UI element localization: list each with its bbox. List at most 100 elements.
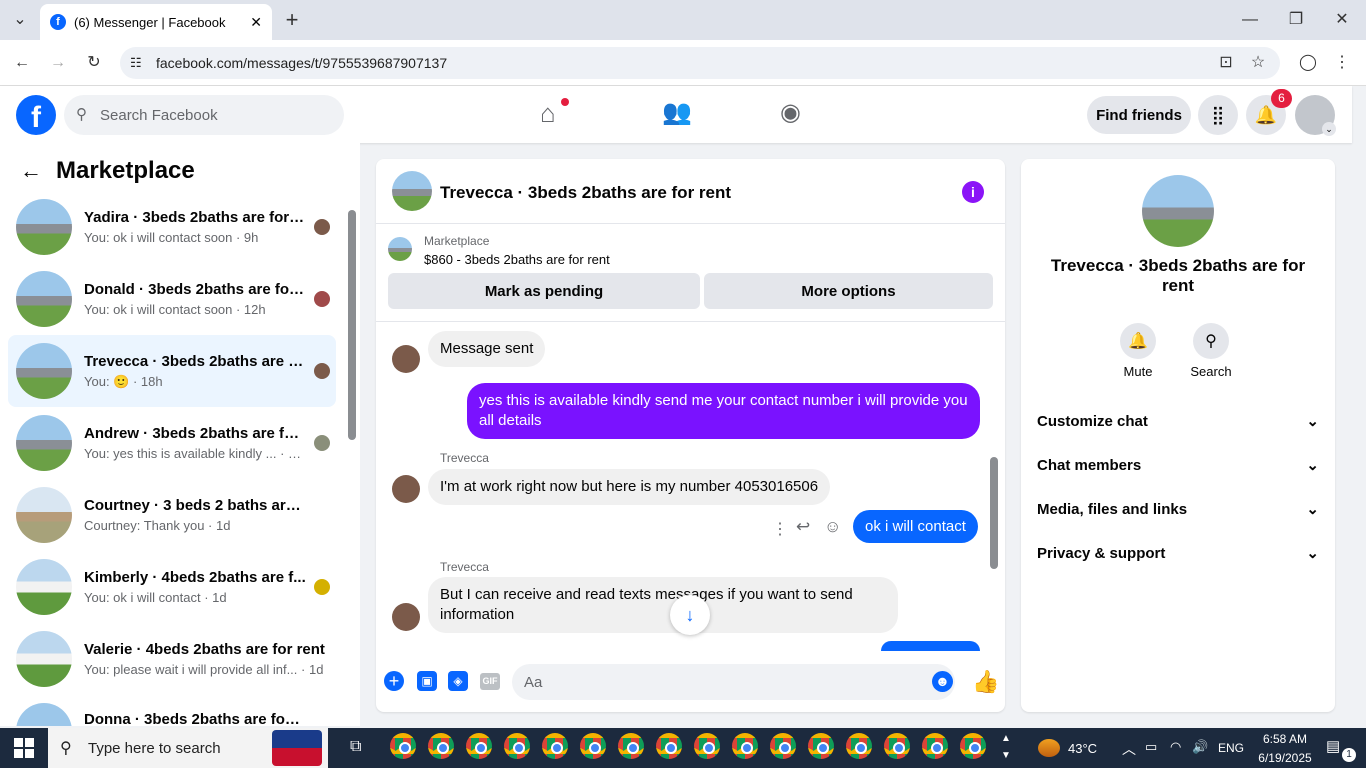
chrome-icon[interactable] <box>884 733 910 759</box>
home-icon[interactable]: ⌂ <box>540 98 556 129</box>
message-input[interactable]: Aa <box>512 664 955 700</box>
chrome-icon[interactable] <box>542 733 568 759</box>
search-label[interactable]: Search <box>1181 364 1241 379</box>
like-icon[interactable]: 👍 <box>972 669 999 695</box>
search-facebook-input[interactable]: ⚲ Search Facebook <box>64 95 344 135</box>
chrome-icon[interactable] <box>960 733 986 759</box>
forward-icon[interactable]: → <box>42 47 74 79</box>
chrome-icon[interactable] <box>694 733 720 759</box>
chrome-icon[interactable] <box>846 733 872 759</box>
action-center-icon[interactable]: ▤ <box>1326 737 1340 755</box>
new-tab-icon[interactable]: + <box>276 4 308 36</box>
chrome-icon[interactable] <box>922 733 948 759</box>
clock-date[interactable]: 6/19/2025 <box>1250 751 1320 765</box>
conversation-item[interactable]: Courtney · 3 beds 2 baths are fo... Court… <box>8 479 336 551</box>
message-bubble-outgoing[interactable]: ok i will contact <box>853 510 978 543</box>
clock-time[interactable]: 6:58 AM <box>1250 732 1320 746</box>
conversation-item[interactable]: Donald · 3beds 2baths are for... You: ok … <box>8 263 336 335</box>
scroll-to-bottom-icon[interactable]: ↓ <box>670 595 710 635</box>
add-icon[interactable]: + <box>384 671 404 691</box>
gif-icon[interactable]: GIF <box>480 673 500 690</box>
wifi-icon[interactable]: ◠ <box>1170 739 1181 755</box>
close-tab-icon[interactable]: ✕ <box>250 14 262 31</box>
chrome-icon[interactable] <box>390 733 416 759</box>
message-bubble-incoming[interactable]: But I can receive and read texts message… <box>428 577 898 633</box>
language-indicator[interactable]: ENG <box>1218 741 1244 755</box>
customize-chat-row[interactable]: Customize chat ⌄ <box>1037 401 1319 441</box>
info-icon[interactable]: i <box>962 181 984 203</box>
conversation-item-active[interactable]: Trevecca · 3beds 2baths are fo... You: 🙂 … <box>8 335 336 407</box>
url-field[interactable]: ☷ facebook.com/messages/t/97555396879071… <box>120 47 1280 79</box>
sticker-icon[interactable]: ◈ <box>448 671 468 691</box>
profile-icon[interactable]: ◯ <box>1292 47 1324 79</box>
search-highlight-icon[interactable] <box>272 730 322 766</box>
emoji-icon[interactable]: ☻ <box>932 671 953 692</box>
friends-icon[interactable]: 👥 <box>662 98 692 127</box>
weather-icon[interactable] <box>1038 739 1060 757</box>
bookmark-star-icon[interactable]: ☆ <box>1242 47 1274 79</box>
groups-icon[interactable]: ◉ <box>780 98 801 127</box>
tab-list-icon[interactable]: ⌄ <box>4 4 36 36</box>
listing-mini-thumbnail <box>388 237 412 261</box>
taskbar-scroll-arrows[interactable]: ▲ ▼ <box>1000 730 1012 764</box>
conversation-item[interactable]: Andrew · 3beds 2baths are for... You: yes… <box>8 407 336 479</box>
chrome-icon[interactable] <box>732 733 758 759</box>
install-app-icon[interactable]: ⊡ <box>1210 47 1242 79</box>
chrome-icon[interactable] <box>770 733 796 759</box>
site-info-icon[interactable]: ☷ <box>130 55 142 71</box>
conversation-item[interactable]: Yadira · 3beds 2baths are for r... You: o… <box>8 191 336 263</box>
chat-avatar[interactable] <box>392 171 432 211</box>
mute-icon[interactable]: 🔔 <box>1120 323 1156 359</box>
search-in-chat-icon[interactable]: ⚲ <box>1193 323 1229 359</box>
react-icon[interactable]: ☺ <box>824 517 841 537</box>
reload-icon[interactable]: ↻ <box>78 47 110 79</box>
details-avatar[interactable] <box>1142 175 1214 247</box>
chat-scrollbar[interactable] <box>990 327 998 645</box>
more-options-button[interactable]: More options <box>704 273 993 309</box>
photo-icon[interactable]: ▣ <box>417 671 437 691</box>
mute-label[interactable]: Mute <box>1107 364 1169 379</box>
mark-as-pending-button[interactable]: Mark as pending <box>388 273 700 309</box>
message-bubble-incoming[interactable]: I'm at work right now but here is my num… <box>428 469 831 505</box>
chrome-icon[interactable] <box>656 733 682 759</box>
conversation-item[interactable]: Valerie · 4beds 2baths are for rent You: … <box>8 623 336 695</box>
media-files-links-row[interactable]: Media, files and links ⌄ <box>1037 489 1319 529</box>
close-window-icon[interactable]: ✕ <box>1326 4 1358 36</box>
browser-tab[interactable]: f (6) Messenger | Facebook ✕ <box>40 4 272 40</box>
chrome-menu-icon[interactable]: ⋮ <box>1326 47 1358 79</box>
minimize-icon[interactable]: — <box>1234 4 1266 36</box>
listing-title[interactable]: $860 - 3beds 2baths are for rent <box>424 252 610 267</box>
read-receipt-avatar <box>314 579 330 595</box>
menu-grid-icon[interactable]: ⣿ <box>1198 95 1238 135</box>
maximize-icon[interactable]: ❐ <box>1280 4 1312 36</box>
task-view-icon[interactable]: ⧉ <box>350 738 361 756</box>
find-friends-button[interactable]: Find friends <box>1087 96 1191 134</box>
chrome-icon[interactable] <box>808 733 834 759</box>
show-hidden-icons[interactable]: ︿ <box>1122 739 1136 759</box>
left-scrollbar[interactable] <box>346 196 356 722</box>
chrome-icon[interactable] <box>428 733 454 759</box>
facebook-logo-icon[interactable]: f <box>16 95 56 135</box>
chrome-icon[interactable] <box>580 733 606 759</box>
back-arrow-icon[interactable]: ← <box>20 158 42 184</box>
conversation-item[interactable]: Kimberly · 4beds 2baths are f... You: ok … <box>8 551 336 623</box>
conversation-name: Donna · 3beds 2baths are for ... <box>84 711 304 726</box>
reply-icon[interactable]: ↩ <box>796 517 810 537</box>
listing-thumbnail <box>16 343 72 399</box>
conversation-item[interactable]: Donna · 3beds 2baths are for ... <box>8 695 336 726</box>
back-icon[interactable]: ← <box>6 47 38 79</box>
chrome-icon[interactable] <box>466 733 492 759</box>
battery-icon[interactable]: ▭ <box>1145 739 1157 755</box>
message-bubble-incoming[interactable]: Message sent <box>428 331 546 367</box>
chrome-icon[interactable] <box>618 733 644 759</box>
privacy-support-row[interactable]: Privacy & support ⌄ <box>1037 533 1319 573</box>
more-actions-icon[interactable]: ⋮ <box>772 519 788 539</box>
chat-title[interactable]: Trevecca · 3beds 2baths are for rent <box>440 183 731 203</box>
chat-members-row[interactable]: Chat members ⌄ <box>1037 445 1319 485</box>
volume-icon[interactable]: 🔊 <box>1192 739 1208 755</box>
temperature[interactable]: 43°C <box>1068 741 1097 756</box>
message-bubble-outgoing[interactable]: yes this is available kindly send me you… <box>467 383 980 439</box>
windows-start-icon[interactable] <box>14 738 34 758</box>
chrome-icon[interactable] <box>504 733 530 759</box>
account-chevron-icon[interactable]: ⌄ <box>1322 122 1336 136</box>
